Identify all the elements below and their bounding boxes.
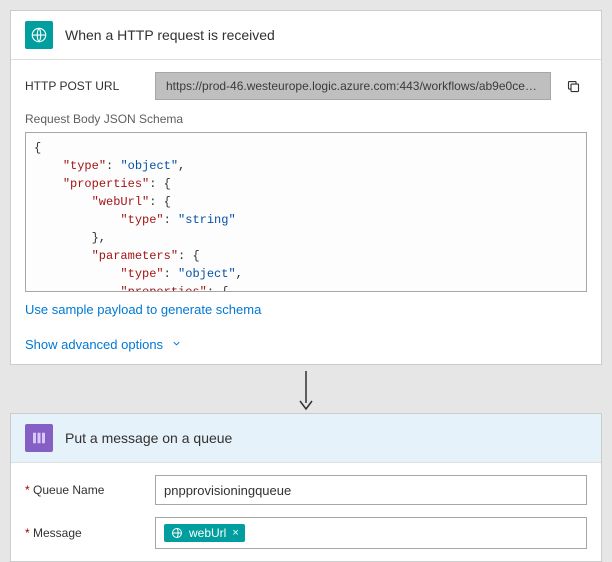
queue-action-card: Put a message on a queue Queue Name pnpp… [10, 413, 602, 562]
weburl-token[interactable]: webUrl × [164, 524, 245, 542]
message-label: Message [25, 526, 155, 540]
http-url-label: HTTP POST URL [25, 79, 155, 93]
copy-icon [566, 79, 581, 94]
queue-action-header[interactable]: Put a message on a queue [11, 414, 601, 463]
http-trigger-card: When a HTTP request is received HTTP POS… [10, 10, 602, 365]
queue-name-label: Queue Name [25, 483, 155, 497]
queue-action-body: Queue Name pnpprovisioningqueue Message … [11, 463, 601, 561]
schema-editor[interactable]: { "type": "object", "properties": { "web… [25, 132, 587, 292]
copy-url-button[interactable] [559, 72, 587, 100]
connector-arrow [10, 365, 602, 413]
show-advanced-link[interactable]: Show advanced options [25, 337, 182, 352]
remove-token-button[interactable]: × [232, 527, 238, 539]
http-trigger-header[interactable]: When a HTTP request is received [11, 11, 601, 60]
chevron-down-icon [171, 337, 182, 352]
sample-payload-link[interactable]: Use sample payload to generate schema [25, 302, 261, 317]
http-url-value[interactable]: https://prod-46.westeurope.logic.azure.c… [155, 72, 551, 100]
http-trigger-body: HTTP POST URL https://prod-46.westeurope… [11, 60, 601, 364]
http-trigger-title: When a HTTP request is received [65, 27, 275, 43]
queue-action-title: Put a message on a queue [65, 430, 232, 446]
message-input[interactable]: webUrl × [155, 517, 587, 549]
queue-icon [25, 424, 53, 452]
http-icon [25, 21, 53, 49]
queue-name-input[interactable]: pnpprovisioningqueue [155, 475, 587, 505]
schema-label: Request Body JSON Schema [25, 112, 587, 126]
http-icon [170, 526, 184, 540]
